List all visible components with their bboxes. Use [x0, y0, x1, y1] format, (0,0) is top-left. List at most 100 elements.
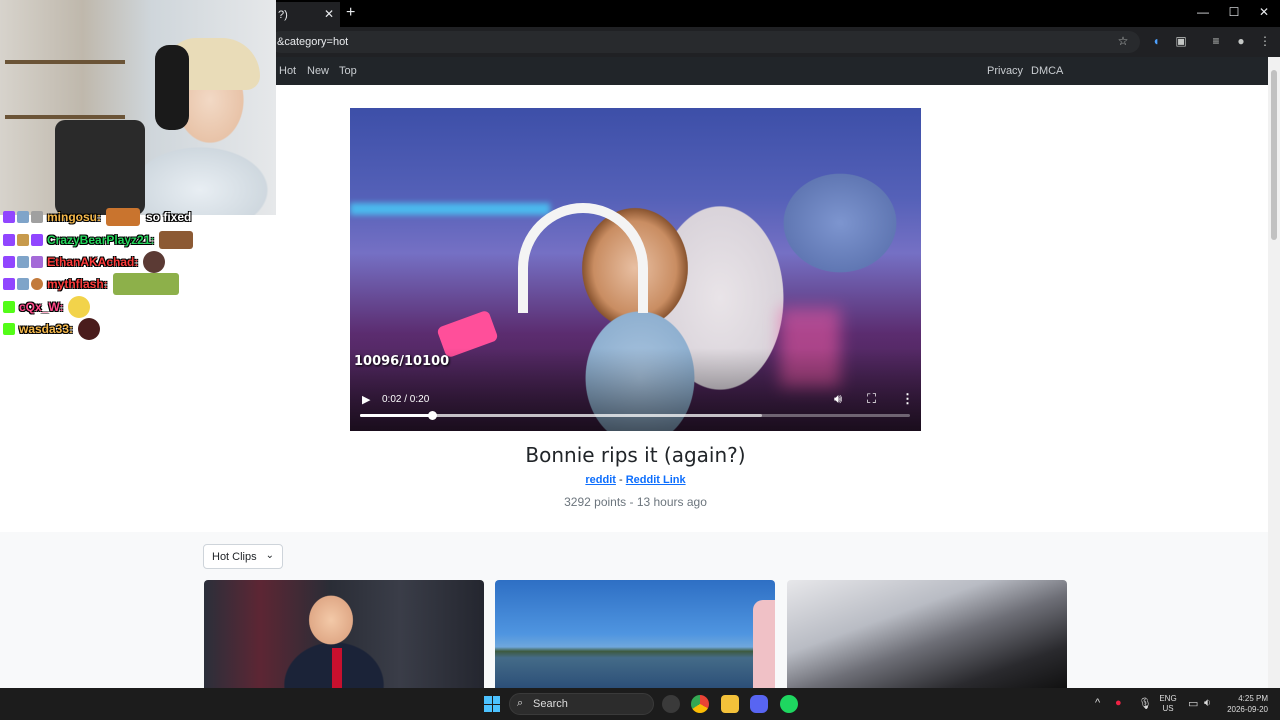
emote-icon [106, 208, 140, 226]
chevron-down-icon: ⌄ [265, 550, 274, 561]
chat-message: mingosu: so fixed [3, 207, 191, 227]
chat-message: EthanAKAchad: [3, 251, 166, 273]
sub-badge-icon [17, 234, 29, 246]
video-frame-detail [518, 203, 648, 313]
video-progress-bar [360, 414, 432, 417]
video-overlay-counter: 10096/10100 [354, 354, 450, 369]
new-tab-button[interactable]: + [346, 4, 355, 22]
tab-title: ?) [278, 8, 288, 21]
clip-thumbnail[interactable] [495, 580, 775, 688]
webcam-detail [5, 115, 125, 119]
language-code: ENG [1159, 694, 1177, 703]
sub-badge-icon [17, 211, 29, 223]
clip-thumbnail[interactable] [204, 580, 484, 688]
discord-app-icon[interactable] [750, 695, 768, 713]
chat-username: mingosu: [47, 210, 101, 224]
emote-icon [159, 231, 194, 249]
read-aloud-icon[interactable]: ◖ [1148, 34, 1164, 48]
maximize-button[interactable]: ☐ [1224, 5, 1244, 19]
volume-icon[interactable]: 🔊︎ [834, 391, 842, 407]
nav-privacy-link[interactable]: Privacy [987, 65, 1023, 77]
scrollbar-thumb[interactable] [1271, 70, 1277, 240]
taskbar-clock[interactable]: 4:25 PM 2026-09-20 [1222, 693, 1268, 715]
clip-title: Bonnie rips it (again?) [525, 443, 746, 467]
badge-icon [31, 211, 43, 223]
tab-close-icon[interactable]: ✕ [324, 7, 334, 21]
nav-dmca-link[interactable]: DMCA [1031, 65, 1063, 77]
url-text[interactable]: &category=hot [277, 36, 348, 48]
browser-tab[interactable]: ?) ✕ [276, 2, 340, 27]
twitch-badge-icon [3, 278, 15, 290]
windows-start-icon[interactable] [484, 696, 500, 712]
chat-username: wasda33: [19, 322, 74, 336]
nav-top-link[interactable]: Top [339, 65, 357, 77]
address-bar[interactable] [270, 31, 1140, 53]
clock-time: 4:25 PM [1238, 694, 1268, 703]
search-icon: ⌕ [517, 697, 524, 709]
clip-meta: 3292 points - 13 hours ago [564, 495, 707, 509]
fullscreen-icon[interactable]: ⛶ [867, 391, 876, 407]
speaker-icon[interactable]: 🔉︎ [1204, 697, 1211, 710]
taskbar-search-box[interactable] [509, 693, 654, 715]
nav-new-link[interactable]: New [307, 65, 329, 77]
profile-avatar-icon[interactable]: ● [1233, 34, 1249, 48]
emote-icon [78, 318, 101, 340]
twitch-badge-icon [3, 256, 15, 268]
kick-badge-icon [3, 301, 15, 313]
obs-app-icon[interactable] [662, 695, 680, 713]
emote-icon [143, 251, 166, 273]
video-seek-handle[interactable] [427, 411, 437, 420]
extensions-icon[interactable]: ▣ [1173, 34, 1189, 48]
tray-app-icon[interactable]: ● [1115, 697, 1122, 709]
microphone-icon[interactable]: 🎙︎ [1138, 697, 1152, 710]
thumbnail-detail [332, 648, 342, 688]
media-controls-icon[interactable]: ≡ [1208, 34, 1224, 48]
prime-badge-icon [31, 234, 43, 246]
clip-thumbnail[interactable] [787, 580, 1067, 688]
video-player[interactable]: 10096/10100 ▶ 0:02 / 0:20 🔊︎ ⛶ ⋮ [350, 108, 921, 431]
webcam-detail [5, 60, 125, 64]
video-more-icon[interactable]: ⋮ [901, 391, 914, 407]
nav-hot-link[interactable]: Hot [279, 65, 296, 77]
reddit-post-link[interactable]: Reddit Link [626, 474, 686, 486]
webcam-detail [155, 45, 189, 130]
sub-badge-icon [17, 278, 29, 290]
keyboard-region: US [1162, 704, 1174, 713]
network-icon[interactable]: ▭ [1188, 697, 1198, 710]
tray-overflow-icon[interactable]: ^ [1095, 697, 1100, 709]
reddit-link[interactable]: reddit [585, 474, 616, 486]
video-frame-detail [350, 203, 550, 215]
chat-username: mythflash: [47, 277, 108, 291]
chat-username: CrazyBearPlayz21: [47, 233, 155, 247]
chat-text: so fixed [146, 210, 192, 224]
clips-sort-dropdown[interactable]: Hot Clips ⌄ [203, 544, 283, 569]
language-indicator[interactable]: ENG US [1157, 694, 1179, 714]
file-explorer-icon[interactable] [721, 695, 739, 713]
chat-message: wasda33: [3, 318, 101, 340]
link-separator: - [619, 474, 623, 486]
dropdown-label: Hot Clips [212, 551, 257, 563]
taskbar-search-label[interactable]: Search [533, 698, 568, 710]
close-window-button[interactable]: ✕ [1254, 5, 1274, 19]
chrome-app-icon[interactable] [691, 695, 709, 713]
chat-username: EthanAKAchad: [47, 255, 139, 269]
twitch-badge-icon [3, 211, 15, 223]
twitch-badge-icon [3, 234, 15, 246]
emote-icon [112, 273, 179, 295]
clip-links: reddit - Reddit Link [350, 474, 921, 486]
emote-icon [68, 296, 91, 318]
play-icon[interactable]: ▶ [362, 393, 370, 406]
webcam-detail [55, 120, 145, 215]
spotify-app-icon[interactable] [780, 695, 798, 713]
kick-badge-icon [3, 323, 15, 335]
badge-icon [31, 256, 43, 268]
clock-date: 2026-09-20 [1227, 705, 1268, 714]
browser-menu-icon[interactable]: ⋮ [1257, 34, 1273, 48]
badge-icon [31, 278, 43, 290]
webcam-overlay [0, 0, 276, 215]
minimize-button[interactable]: — [1193, 5, 1213, 19]
thumbnail-detail [753, 600, 775, 688]
chat-message: cQx_W: [3, 296, 91, 318]
bookmark-star-icon[interactable]: ☆ [1115, 34, 1131, 48]
chat-username: cQx_W: [19, 300, 64, 314]
